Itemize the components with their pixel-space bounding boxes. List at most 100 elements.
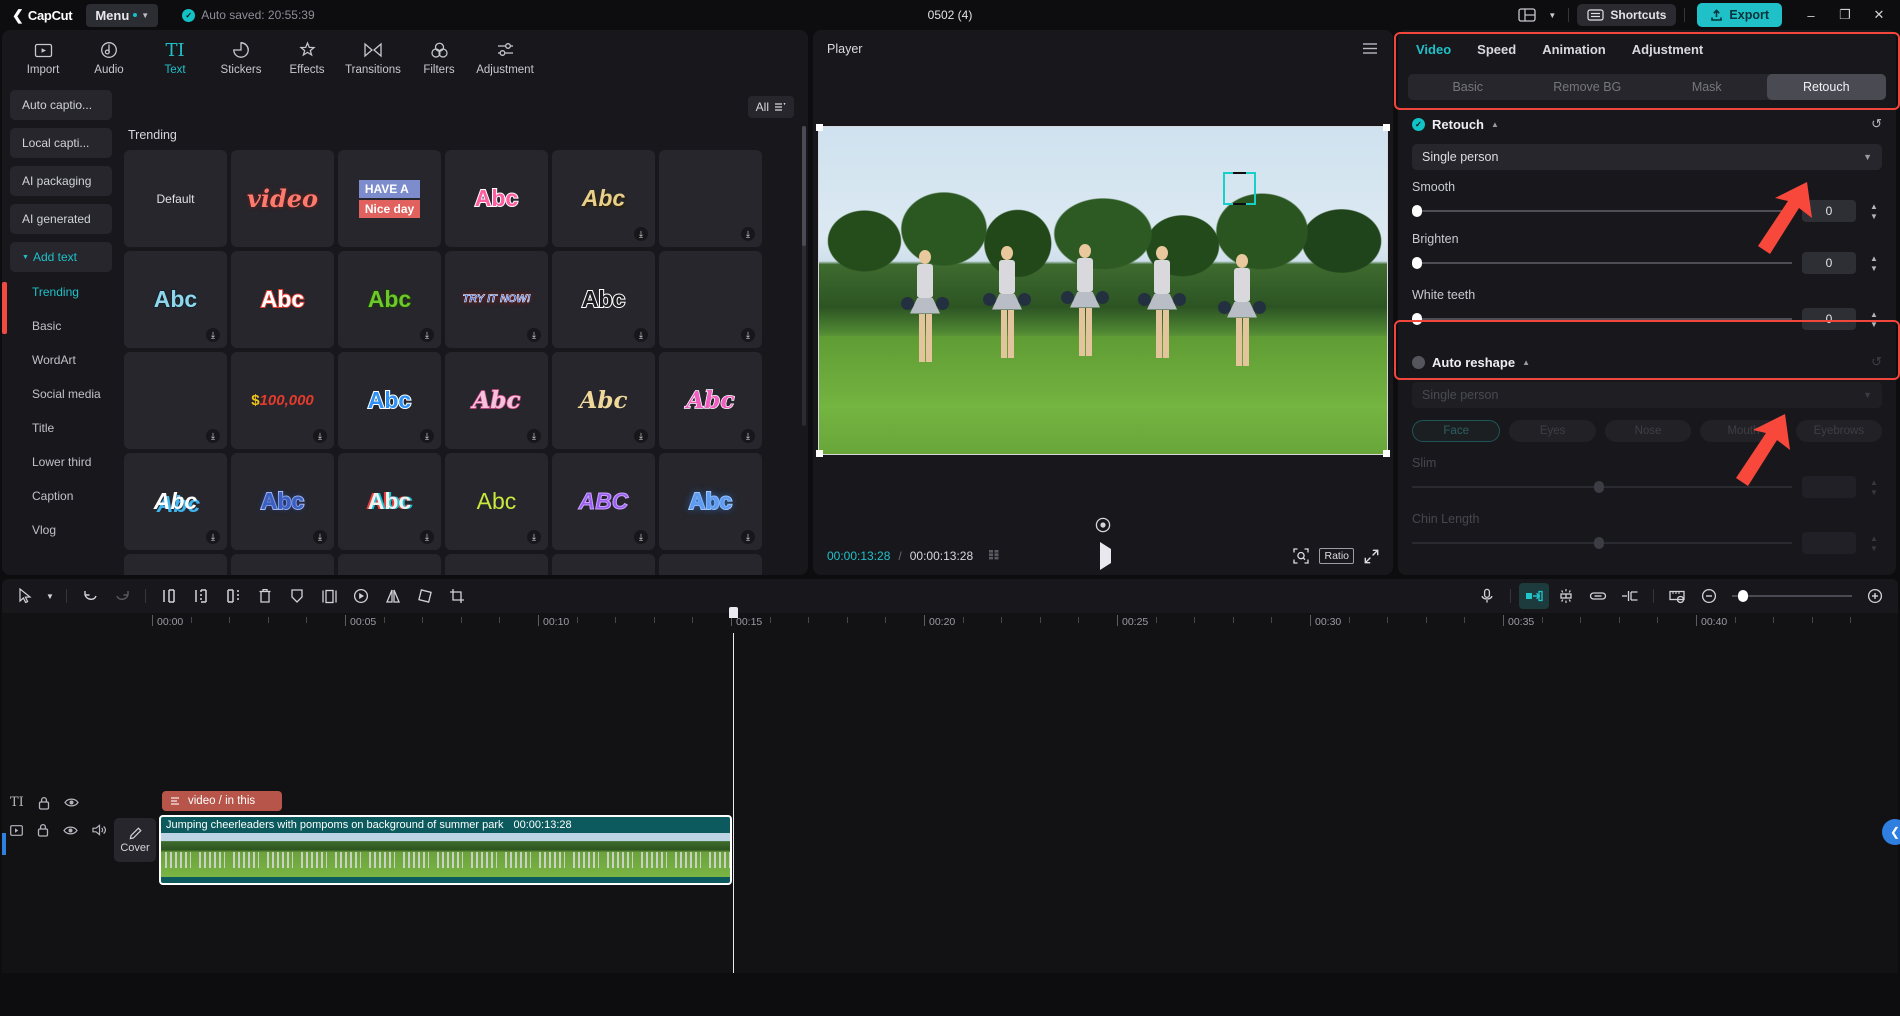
retouch-person-dropdown[interactable]: Single person ▼ [1412, 144, 1882, 170]
download-icon[interactable]: ⤓ [206, 328, 220, 342]
template-cell[interactable]: Abc ⤓ [659, 352, 762, 449]
template-cell[interactable]: video [231, 150, 334, 247]
keyframe-button[interactable] [1615, 583, 1645, 609]
slider-value[interactable]: 0 [1802, 308, 1856, 330]
template-cell[interactable] [231, 554, 334, 575]
slider-stepper[interactable]: ▲ ▼ [1866, 254, 1882, 273]
slider-value[interactable] [1802, 476, 1856, 498]
maximize-button[interactable]: ❐ [1828, 1, 1862, 29]
chevron-up-icon[interactable]: ▲ [1491, 120, 1499, 129]
sidebar-item-trending[interactable]: Trending [10, 280, 112, 304]
reset-retouch-icon[interactable]: ↺ [1871, 116, 1882, 132]
download-icon[interactable]: ⤓ [313, 530, 327, 544]
template-cell[interactable]: Abc ⤓ [338, 352, 441, 449]
slider-stepper[interactable]: ▲ ▼ [1866, 534, 1882, 553]
select-tool[interactable] [10, 583, 40, 609]
template-cell[interactable]: Default [124, 150, 227, 247]
scrollbar-thumb[interactable] [802, 126, 806, 246]
sub-tab-mask[interactable]: Mask [1647, 74, 1767, 100]
slider-track[interactable] [1412, 205, 1792, 217]
play-button[interactable] [1100, 542, 1112, 570]
sidebar-item-add-text[interactable]: ▼ Add text [10, 242, 112, 272]
slider-track[interactable] [1412, 257, 1792, 269]
template-cell[interactable]: Abc ⤓ [552, 352, 655, 449]
video-preview[interactable] [816, 123, 1390, 457]
chevron-up-icon[interactable]: ▲ [1522, 358, 1530, 367]
zoom-out-button[interactable] [1694, 583, 1724, 609]
sidebar-item-caption[interactable]: Caption [10, 484, 112, 508]
hamburger-icon[interactable] [1361, 42, 1379, 55]
reset-auto-reshape-icon[interactable]: ↺ [1871, 354, 1882, 370]
slider-stepper[interactable]: ▲ ▼ [1866, 478, 1882, 497]
lock-icon[interactable] [37, 823, 49, 837]
split-button[interactable] [154, 583, 184, 609]
tab-animation[interactable]: Animation [1542, 42, 1606, 57]
sidebar-item-ai-generated[interactable]: AI generated [10, 204, 112, 234]
template-cell[interactable]: Abc ⤓ [659, 453, 762, 550]
sidebar-item-title[interactable]: Title [10, 416, 112, 440]
slider-knob[interactable] [1412, 205, 1422, 217]
resize-handle-tl[interactable] [816, 123, 823, 131]
layout-icon[interactable] [1512, 3, 1542, 27]
pill-eyebrows[interactable]: Eyebrows [1795, 420, 1883, 442]
grid-icon[interactable] [989, 550, 1005, 562]
slider-knob[interactable] [1594, 537, 1605, 549]
all-filter-button[interactable]: All [747, 96, 794, 118]
retouch-checkbox[interactable]: ✓ [1412, 117, 1425, 131]
resize-handle-tr[interactable] [1383, 123, 1390, 131]
link-clips-button[interactable] [1583, 583, 1613, 609]
preview-axis-button[interactable] [1662, 583, 1692, 609]
record-icon[interactable] [1095, 517, 1111, 533]
zoom-fit-icon[interactable] [1293, 548, 1310, 564]
undo-button[interactable] [75, 583, 105, 609]
eye-icon[interactable] [64, 797, 79, 808]
chevron-down-icon[interactable]: ▼ [42, 583, 58, 609]
text-clip[interactable]: video / in this [162, 791, 282, 811]
zoom-slider-knob[interactable] [1738, 590, 1748, 602]
template-cell[interactable] [445, 554, 548, 575]
template-cell[interactable] [124, 554, 227, 575]
download-icon[interactable]: ⤓ [420, 328, 434, 342]
template-cell[interactable]: HAVE A Nice day [338, 150, 441, 247]
template-cell[interactable]: ⤓ [659, 150, 762, 247]
snap-toggle-button[interactable] [1519, 583, 1549, 609]
template-cell[interactable]: Abc ⤓ [124, 453, 227, 550]
playhead[interactable] [729, 607, 738, 973]
template-cell[interactable]: ABC ⤓ [552, 453, 655, 550]
shortcuts-button[interactable]: Shortcuts [1577, 4, 1677, 26]
download-icon[interactable]: ⤓ [527, 429, 541, 443]
pill-eyes[interactable]: Eyes [1509, 420, 1596, 442]
sidebar-item-auto-captions[interactable]: Auto captio... [10, 90, 112, 120]
sub-tab-retouch[interactable]: Retouch [1766, 74, 1886, 100]
zoom-in-button[interactable] [1860, 583, 1890, 609]
trim-right-button[interactable] [218, 583, 248, 609]
mirror-button[interactable] [378, 583, 408, 609]
template-cell[interactable]: $100,000 ⤓ [231, 352, 334, 449]
template-scrollbar[interactable] [802, 126, 806, 426]
export-button[interactable]: Export [1697, 3, 1782, 27]
auto-reshape-person-dropdown[interactable]: Single person ▼ [1412, 382, 1882, 408]
sidebar-item-wordart[interactable]: WordArt [10, 348, 112, 372]
slider-stepper[interactable]: ▲ ▼ [1866, 310, 1882, 329]
resize-handle-bl[interactable] [816, 449, 823, 457]
freeze-button[interactable] [282, 583, 312, 609]
template-cell[interactable] [552, 554, 655, 575]
slider-knob[interactable] [1412, 257, 1422, 269]
slider-stepper[interactable]: ▲ ▼ [1866, 202, 1882, 221]
slider-knob[interactable] [1412, 313, 1422, 325]
download-icon[interactable]: ⤓ [634, 328, 648, 342]
function-tab-import[interactable]: Import [12, 36, 74, 76]
duplicate-button[interactable] [314, 583, 344, 609]
function-tab-transitions[interactable]: Transitions [342, 36, 404, 76]
resize-handle-br[interactable] [1383, 449, 1390, 457]
download-icon[interactable]: ⤓ [206, 429, 220, 443]
template-cell[interactable]: Abc ⤓ [231, 453, 334, 550]
download-icon[interactable]: ⤓ [527, 530, 541, 544]
minimize-button[interactable]: – [1794, 1, 1828, 29]
tab-speed[interactable]: Speed [1477, 42, 1516, 57]
rotate-button[interactable] [410, 583, 440, 609]
template-cell[interactable]: Abc ⤓ [552, 251, 655, 348]
layout-dropdown-icon[interactable]: ▼ [1544, 3, 1560, 27]
fullscreen-icon[interactable] [1364, 549, 1379, 564]
sidebar-item-ai-packaging[interactable]: AI packaging [10, 166, 112, 196]
